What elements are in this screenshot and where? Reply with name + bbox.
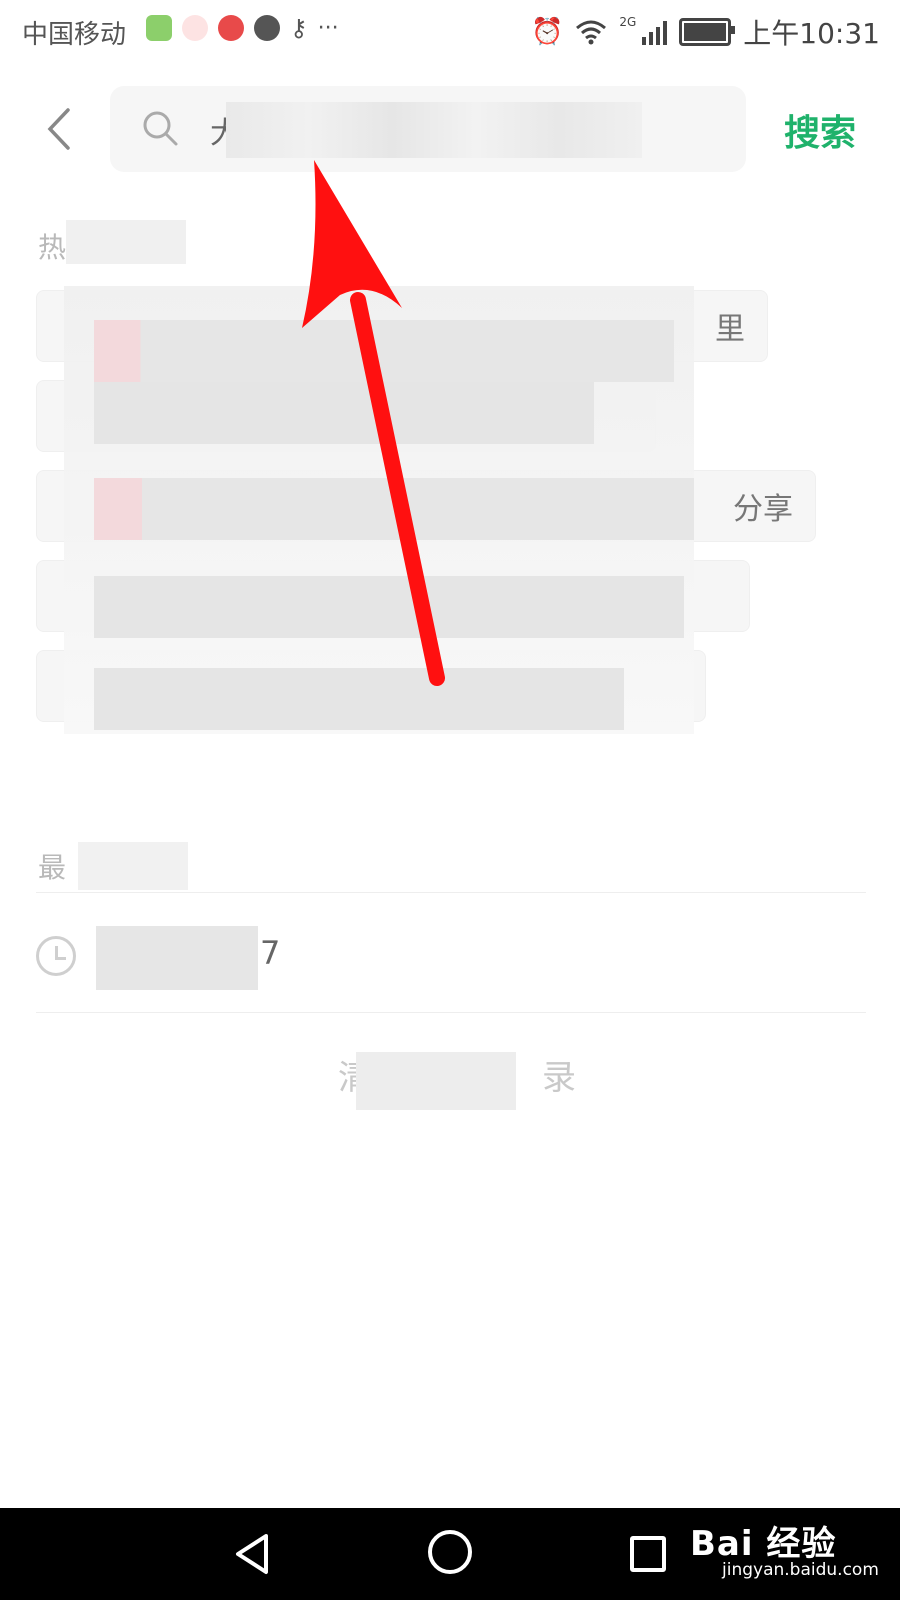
notification-icons: ⚷ ··· (146, 14, 339, 42)
clear-history-redacted (356, 1052, 516, 1110)
hot-content-redacted (64, 286, 694, 734)
history-text-redacted (96, 926, 258, 990)
divider (36, 1012, 866, 1013)
more-notifications-icon: ··· (317, 15, 339, 41)
clear-history-label-end: 录 (542, 1058, 576, 1098)
battery-icon (679, 18, 736, 46)
watermark-url: jingyan.baidu.com (722, 1560, 879, 1580)
map-notification-icon (182, 15, 208, 41)
nav-home-icon[interactable] (428, 1530, 472, 1574)
network-type: 2G (619, 15, 637, 29)
music-notification-icon (218, 15, 244, 41)
system-nav-bar: Bai 经验 jingyan.baidu.com (0, 1508, 900, 1600)
app-notification-icon (146, 15, 172, 41)
redacted-row (94, 478, 694, 540)
divider (36, 892, 866, 893)
chevron-left-icon (47, 108, 70, 150)
redacted-row (94, 320, 674, 382)
carrier-name: 中国移动 (22, 20, 127, 50)
status-bar: 中国移动 ⚷ ··· ⏰ 2G 上午10:31 (0, 0, 900, 60)
nav-recents-icon[interactable] (630, 1536, 666, 1572)
nav-back-icon[interactable] (232, 1532, 272, 1576)
hot-chip-text: 分享 (733, 492, 793, 527)
message-notification-icon (254, 15, 280, 41)
recent-title-redacted (78, 842, 188, 890)
back-button[interactable] (40, 102, 80, 156)
clock-time: 上午10:31 (743, 17, 880, 50)
recent-section-title: 最 (38, 851, 67, 884)
history-item-text: 7 (260, 934, 281, 972)
key-notification-icon: ⚷ (290, 14, 308, 42)
alarm-icon: ⏰ (530, 17, 564, 47)
search-query-redacted (226, 102, 642, 158)
clock-icon (36, 936, 76, 976)
redacted-row (94, 668, 624, 730)
history-item[interactable]: 7 (36, 900, 866, 1016)
hot-title-redacted (66, 220, 186, 264)
search-icon (143, 111, 178, 146)
baidu-jingyan-watermark: Bai 经验 jingyan.baidu.com (690, 1516, 879, 1580)
redacted-row (94, 382, 594, 444)
signal-icon (642, 19, 668, 45)
search-button[interactable]: 搜索 (784, 104, 856, 156)
search-input[interactable]: 大 类 (110, 86, 746, 172)
wifi-icon (576, 20, 607, 45)
system-status: ⏰ 2G 上午10:31 (531, 12, 880, 52)
watermark-brand: Bai 经验 (690, 1524, 837, 1564)
hot-section-title: 热 (38, 231, 67, 264)
hot-chip-text: 里 (715, 312, 745, 347)
redacted-row (94, 576, 684, 638)
